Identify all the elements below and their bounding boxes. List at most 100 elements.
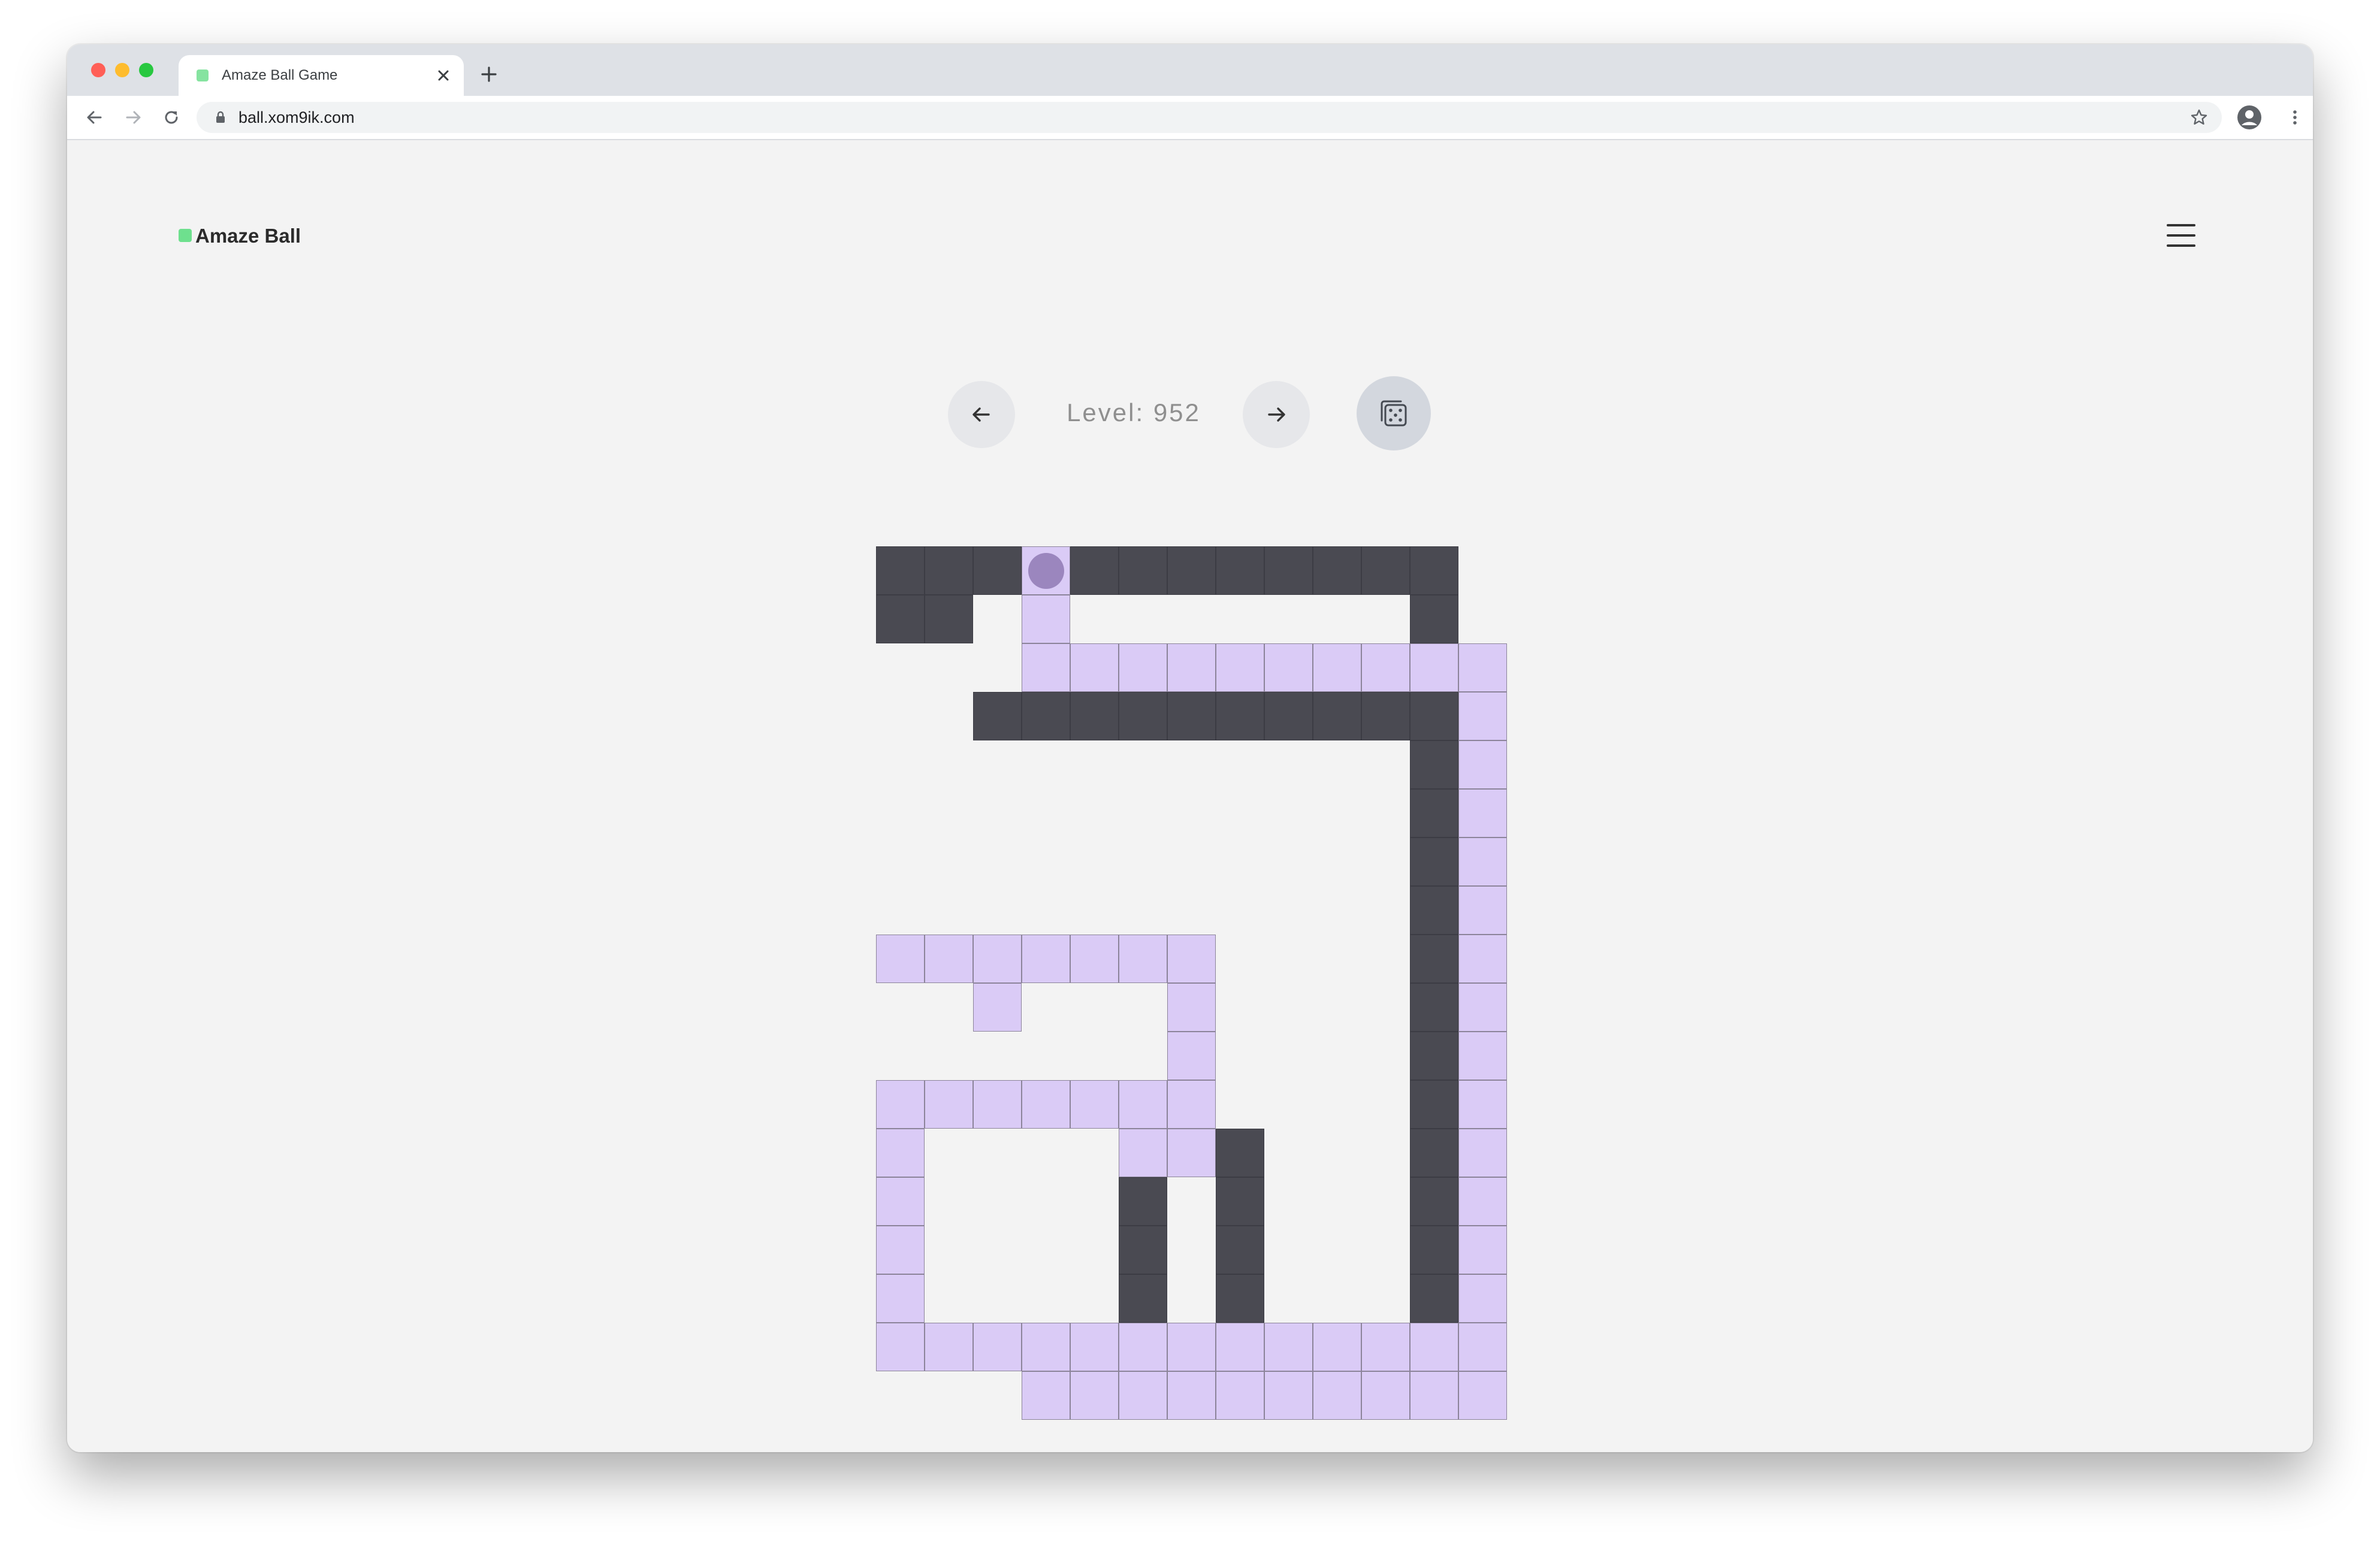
painted-cell [1264, 1323, 1313, 1371]
wall-cell [1216, 1226, 1264, 1274]
wall-cell [1119, 546, 1167, 595]
game-board[interactable] [876, 546, 1507, 1420]
painted-cell [1022, 595, 1070, 643]
back-icon[interactable] [84, 107, 105, 128]
painted-cell [1313, 1323, 1361, 1371]
painted-cell [1167, 1371, 1216, 1420]
painted-cell [876, 1274, 925, 1323]
bookmark-star-icon[interactable] [2188, 107, 2210, 128]
painted-cell [1458, 837, 1507, 886]
wall-cell [925, 595, 973, 643]
wall-cell [1410, 1032, 1458, 1080]
painted-cell [1022, 1371, 1070, 1420]
reload-icon[interactable] [161, 107, 182, 128]
painted-cell [973, 983, 1022, 1032]
wall-cell [1216, 1129, 1264, 1177]
wall-cell [1119, 1177, 1167, 1226]
browser-toolbar: ball.xom9ik.com [67, 96, 2313, 140]
painted-cell [973, 1323, 1022, 1371]
browser-tab[interactable]: Amaze Ball Game [179, 55, 464, 96]
painted-cell [1119, 1323, 1167, 1371]
painted-cell [973, 1080, 1022, 1129]
brand-dot-icon [179, 229, 192, 242]
painted-cell [876, 1129, 925, 1177]
painted-cell [1458, 1080, 1507, 1129]
wall-cell [1410, 886, 1458, 935]
painted-cell [1458, 1032, 1507, 1080]
painted-cell [1264, 1371, 1313, 1420]
tab-strip: Amaze Ball Game [67, 44, 2313, 96]
forward-icon[interactable] [122, 107, 144, 128]
painted-cell [1167, 1323, 1216, 1371]
painted-cell [925, 1323, 973, 1371]
painted-cell [1070, 1323, 1119, 1371]
address-bar[interactable]: ball.xom9ik.com [197, 102, 2222, 133]
painted-cell [925, 1080, 973, 1129]
wall-cell [876, 546, 925, 595]
painted-cell [1022, 935, 1070, 983]
tab-title: Amaze Ball Game [222, 67, 338, 83]
wall-cell [1022, 692, 1070, 740]
painted-cell [1119, 643, 1167, 692]
painted-cell [1458, 692, 1507, 740]
wall-cell [1361, 546, 1410, 595]
painted-cell [1458, 886, 1507, 935]
painted-cell [1361, 643, 1410, 692]
wall-cell [1410, 837, 1458, 886]
close-window-button[interactable] [91, 63, 105, 77]
painted-cell [1458, 1226, 1507, 1274]
minimize-window-button[interactable] [115, 63, 129, 77]
painted-cell [1264, 643, 1313, 692]
painted-cell [1313, 643, 1361, 692]
painted-cell [1458, 1274, 1507, 1323]
painted-cell [1458, 1371, 1507, 1420]
wall-cell [1216, 546, 1264, 595]
wall-cell [1119, 692, 1167, 740]
painted-cell [1458, 1129, 1507, 1177]
painted-cell [1458, 643, 1507, 692]
wall-cell [1410, 595, 1458, 643]
painted-cell [1070, 1080, 1119, 1129]
painted-cell [1313, 1371, 1361, 1420]
painted-cell [1119, 1080, 1167, 1129]
wall-cell [1264, 692, 1313, 740]
wall-cell [1070, 692, 1119, 740]
painted-cell [1167, 983, 1216, 1032]
brand-name: Amaze Ball [195, 225, 301, 247]
wall-cell [1410, 1226, 1458, 1274]
wall-cell [1264, 546, 1313, 595]
hamburger-menu-icon[interactable] [2165, 222, 2197, 249]
painted-cell [1361, 1323, 1410, 1371]
wall-cell [1361, 692, 1410, 740]
lock-icon [216, 111, 225, 123]
random-level-button[interactable] [1357, 376, 1431, 450]
wall-cell [973, 546, 1022, 595]
wall-cell [1410, 1177, 1458, 1226]
next-level-button[interactable] [1243, 381, 1310, 448]
painted-cell [1119, 1129, 1167, 1177]
painted-cell [876, 1226, 925, 1274]
ball[interactable] [1028, 552, 1064, 589]
painted-cell [1022, 1080, 1070, 1129]
painted-cell [1167, 935, 1216, 983]
painted-cell [876, 1080, 925, 1129]
wall-cell [1216, 692, 1264, 740]
painted-cell [1458, 935, 1507, 983]
painted-cell [1022, 643, 1070, 692]
dice-icon [1381, 400, 1407, 427]
new-tab-icon[interactable] [479, 65, 499, 84]
painted-cell [1070, 1371, 1119, 1420]
profile-avatar-icon[interactable] [2236, 104, 2263, 131]
level-label: Level: 952 [1067, 398, 1201, 427]
painted-cell [973, 935, 1022, 983]
previous-level-button[interactable] [948, 381, 1015, 448]
zoom-window-button[interactable] [139, 63, 153, 77]
more-options-icon[interactable] [2284, 107, 2306, 128]
painted-cell [1361, 1371, 1410, 1420]
close-tab-icon[interactable] [434, 66, 453, 85]
wall-cell [1410, 692, 1458, 740]
painted-cell [1216, 643, 1264, 692]
wall-cell [925, 546, 973, 595]
painted-cell [1167, 1032, 1216, 1080]
painted-cell [1119, 1371, 1167, 1420]
